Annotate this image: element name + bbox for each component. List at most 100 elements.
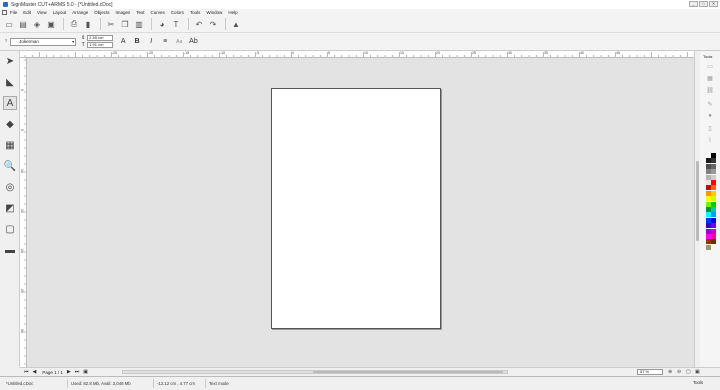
panel-brush-icon[interactable]: ⌇ (705, 137, 715, 144)
drawing-canvas[interactable] (27, 58, 694, 367)
panel-link-icon[interactable]: ⛓ (705, 87, 715, 94)
menu-tools[interactable]: Tools (190, 10, 201, 15)
color-swatch[interactable] (711, 174, 716, 180)
color-swatch[interactable] (711, 185, 716, 191)
status-tools-label[interactable]: Tools (693, 380, 703, 385)
ruler-label: 10 (364, 51, 368, 55)
menu-text[interactable]: Text (136, 10, 144, 15)
italic-button[interactable]: I (147, 38, 155, 45)
last-page-icon[interactable]: ⏭ (75, 369, 80, 375)
font-name-select[interactable]: Jokerman ▾ (10, 37, 77, 46)
menu-bar: File Edit View Layout Arrange Objects Im… (0, 9, 720, 16)
node-edit-icon[interactable]: ◣ (3, 75, 17, 89)
weed-icon[interactable]: ◕ (156, 18, 168, 30)
zoom-page-icon[interactable]: ▣ (695, 369, 700, 375)
color-swatch[interactable] (706, 244, 711, 250)
menu-layout[interactable]: Layout (53, 10, 67, 15)
paste-icon[interactable]: ▥ (133, 18, 145, 30)
copy-icon[interactable]: ❐ (119, 18, 131, 30)
new-document-icon[interactable]: ▭ (3, 18, 15, 30)
scissors-cut-icon[interactable]: ✂ (105, 18, 117, 30)
color-swatch[interactable] (711, 190, 716, 196)
text-tool-icon[interactable]: A (3, 96, 17, 110)
menu-view[interactable]: View (37, 10, 47, 15)
menu-colors[interactable]: Colors (171, 10, 184, 15)
color-swatch[interactable] (711, 153, 716, 158)
zoom-level-select[interactable]: 57 % (637, 369, 663, 375)
prev-page-icon[interactable]: ◀ (33, 369, 37, 375)
page-indicator: Page 1 / 1 (42, 369, 63, 375)
crop-icon[interactable]: ▢ (3, 222, 17, 236)
menu-edit[interactable]: Edit (23, 10, 31, 15)
main-toolbar: ▭ ▤ ◈ ▣ ⎙ ▮ ✂ ❐ ▥ ◕ T ↶ ↷ ▲ (0, 16, 720, 33)
print-icon[interactable]: ⎙ (68, 18, 80, 30)
open-file-icon[interactable]: ▤ (17, 18, 29, 30)
horizontal-scrollbar-thumb[interactable] (313, 371, 503, 373)
panel-circle-icon[interactable]: ● (705, 113, 715, 120)
next-page-icon[interactable]: ▶ (67, 369, 71, 375)
menu-curves[interactable]: Curves (151, 10, 165, 15)
ruler-label: -5 (256, 51, 260, 55)
color-swatch[interactable] (711, 223, 716, 229)
text-height-field[interactable]: 2.55 cm (87, 35, 114, 41)
horizontal-scrollbar[interactable] (122, 370, 508, 374)
zoom-in-icon[interactable]: ⊕ (668, 369, 672, 375)
color-swatch[interactable] (711, 239, 716, 245)
redo-icon[interactable]: ↷ (207, 18, 219, 30)
menu-window[interactable]: Window (206, 10, 222, 15)
color-swatch[interactable] (711, 228, 716, 234)
color-swatch[interactable] (711, 234, 716, 239)
document-page[interactable] (271, 88, 441, 329)
first-page-icon[interactable]: ⏮ (24, 369, 29, 375)
color-swatch[interactable] (711, 196, 716, 202)
ruler-label: 20 (436, 51, 440, 55)
zoom-out-icon[interactable]: ⊖ (677, 369, 681, 375)
text-width-field[interactable]: 1.91 cm (87, 42, 114, 48)
menu-help[interactable]: Help (228, 10, 237, 15)
bold-button[interactable]: B (133, 38, 141, 45)
measure-icon[interactable]: ▬ (3, 243, 17, 257)
menu-objects[interactable]: Objects (94, 10, 109, 15)
undo-icon[interactable]: ↶ (193, 18, 205, 30)
maximize-button[interactable]: □ (699, 1, 708, 7)
close-button[interactable]: ✕ (709, 1, 718, 7)
panel-layers-icon[interactable]: ▦ (705, 75, 715, 82)
bell-icon[interactable]: ▲ (230, 18, 242, 30)
cut-plotter-icon[interactable]: ▮ (82, 18, 94, 30)
status-mode: Text mode (209, 381, 229, 386)
zoom-fit-icon[interactable]: ▢ (686, 369, 691, 375)
color-swatch[interactable] (711, 207, 716, 212)
character-spacing-icon[interactable]: Ab (189, 38, 198, 45)
document-icon[interactable] (2, 10, 7, 15)
app-logo-icon (3, 2, 8, 7)
color-swatch[interactable] (711, 201, 716, 207)
color-swatch[interactable] (711, 212, 716, 218)
minimize-button[interactable]: _ (689, 1, 698, 7)
save-icon[interactable]: ▣ (45, 18, 57, 30)
fill-icon[interactable]: ◩ (3, 201, 17, 215)
contour-icon[interactable]: ◎ (3, 180, 17, 194)
ruler-label: 0 (20, 89, 24, 91)
menu-file[interactable]: File (10, 10, 17, 15)
color-swatch[interactable] (711, 158, 716, 164)
vertical-scrollbar-thumb[interactable] (696, 161, 699, 241)
color-swatch[interactable] (711, 217, 716, 223)
panel-page-icon[interactable]: ▯ (705, 125, 715, 132)
align-icon[interactable]: ≡ (161, 38, 169, 45)
panel-rectangle-icon[interactable]: ▭ (705, 63, 715, 70)
color-swatch[interactable] (711, 180, 716, 185)
shape-tool-icon[interactable]: ◆ (3, 117, 17, 131)
menu-images[interactable]: Images (116, 10, 131, 15)
color-swatch[interactable] (711, 169, 716, 175)
import-icon[interactable]: ◈ (31, 18, 43, 30)
select-arrow-icon[interactable]: ➤ (3, 54, 17, 68)
add-page-icon[interactable]: ▣ (83, 369, 88, 375)
zoom-icon[interactable]: 🔍 (3, 159, 17, 173)
case-button[interactable]: Aa (175, 39, 183, 45)
color-swatch[interactable] (711, 163, 716, 169)
panel-pen-icon[interactable]: ✎ (705, 101, 715, 108)
text-style-icon[interactable]: T (170, 18, 182, 30)
bitmap-tool-icon[interactable]: ▦ (3, 138, 17, 152)
menu-arrange[interactable]: Arrange (72, 10, 88, 15)
font-size-up-icon[interactable]: A (119, 38, 127, 45)
